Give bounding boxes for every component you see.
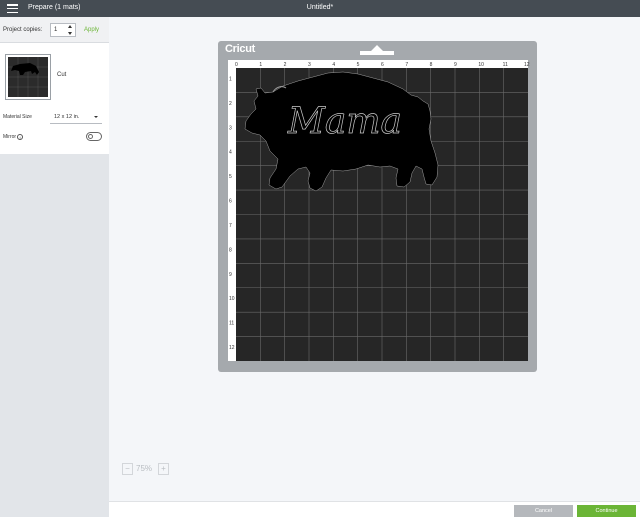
mat-cut-label: Cut xyxy=(57,72,67,78)
zoom-level: 75% xyxy=(136,464,153,473)
material-size-label: Material Size xyxy=(3,114,32,120)
project-title: Untitled* xyxy=(306,4,334,11)
ruler-side-label: 6 xyxy=(229,199,232,205)
ruler-top-label: 12 xyxy=(524,62,530,68)
ruler-side-label: 3 xyxy=(229,125,232,131)
ruler-top-label: 4 xyxy=(332,62,335,68)
ruler-top-label: 7 xyxy=(405,62,408,68)
toggle-knob xyxy=(88,134,93,139)
mirror-row: Mirror i xyxy=(0,130,109,144)
ruler-side-label: 4 xyxy=(229,150,232,156)
ruler-top-label: 9 xyxy=(454,62,457,68)
project-copies-label: Project copies: xyxy=(3,27,43,33)
ruler-top-label: 2 xyxy=(284,62,287,68)
mat-thumbnail-preview xyxy=(8,57,48,97)
ruler-side-label: 9 xyxy=(229,272,232,278)
ruler-top-label: 11 xyxy=(503,62,508,68)
project-copies-value: 1 xyxy=(54,27,58,33)
mirror-label: Mirror xyxy=(3,134,17,140)
cancel-button[interactable]: Cancel xyxy=(514,505,573,517)
cutting-mat: Cricut 0 1 2 3 4 5 6 7 8 9 10 11 12 1 2 3 4 5 6 7 8 9 10 11 12 Ma… xyxy=(218,41,537,372)
ruler-side-label: 10 xyxy=(229,296,235,302)
zoom-in-button[interactable]: + xyxy=(158,463,169,475)
top-bar: Prepare (1 mats) Untitled* xyxy=(0,0,640,17)
apply-button[interactable]: Apply xyxy=(84,27,99,33)
bottom-bar: Cancel Continue xyxy=(109,501,640,517)
ruler-top-label: 10 xyxy=(478,62,484,68)
material-size-row: Material Size 12 x 12 in. xyxy=(0,110,109,124)
ruler-top-label: 0 xyxy=(235,62,238,68)
increment-icon[interactable] xyxy=(68,25,72,28)
ruler-top-label: 5 xyxy=(357,62,360,68)
mat-thumbnail[interactable] xyxy=(5,54,51,100)
ruler-side-label: 8 xyxy=(229,247,232,253)
ruler-top-label: 1 xyxy=(259,62,262,68)
material-size-select[interactable]: 12 x 12 in. xyxy=(50,110,102,124)
ruler-side-label: 11 xyxy=(229,321,234,327)
material-size-value: 12 x 12 in. xyxy=(54,114,80,120)
ruler-side-label: 1 xyxy=(229,76,232,82)
ruler-side-label: 5 xyxy=(229,174,232,180)
project-copies-input[interactable]: 1 xyxy=(50,23,76,37)
chevron-down-icon xyxy=(94,116,98,118)
ruler-side-label: 7 xyxy=(229,223,232,229)
zoom-out-button[interactable]: − xyxy=(122,463,133,475)
ruler-top-label: 3 xyxy=(308,62,311,68)
mama-text: Mama xyxy=(287,101,402,142)
ruler-top-label: 6 xyxy=(381,62,384,68)
ruler-side-label: 12 xyxy=(229,345,235,351)
mat-canvas[interactable]: 0 1 2 3 4 5 6 7 8 9 10 11 12123456789101112Mama xyxy=(218,41,537,372)
continue-button[interactable]: Continue xyxy=(577,505,636,517)
project-copies-row: Project copies: 1 Apply xyxy=(0,17,109,43)
ruler-side-label: 2 xyxy=(229,101,232,107)
mirror-toggle[interactable] xyxy=(86,132,102,141)
left-panel: Project copies: 1 Apply Cut Material Siz… xyxy=(0,17,109,517)
info-icon[interactable]: i xyxy=(17,134,24,140)
ruler-top-label: 8 xyxy=(430,62,433,68)
decrement-icon[interactable] xyxy=(68,32,72,35)
